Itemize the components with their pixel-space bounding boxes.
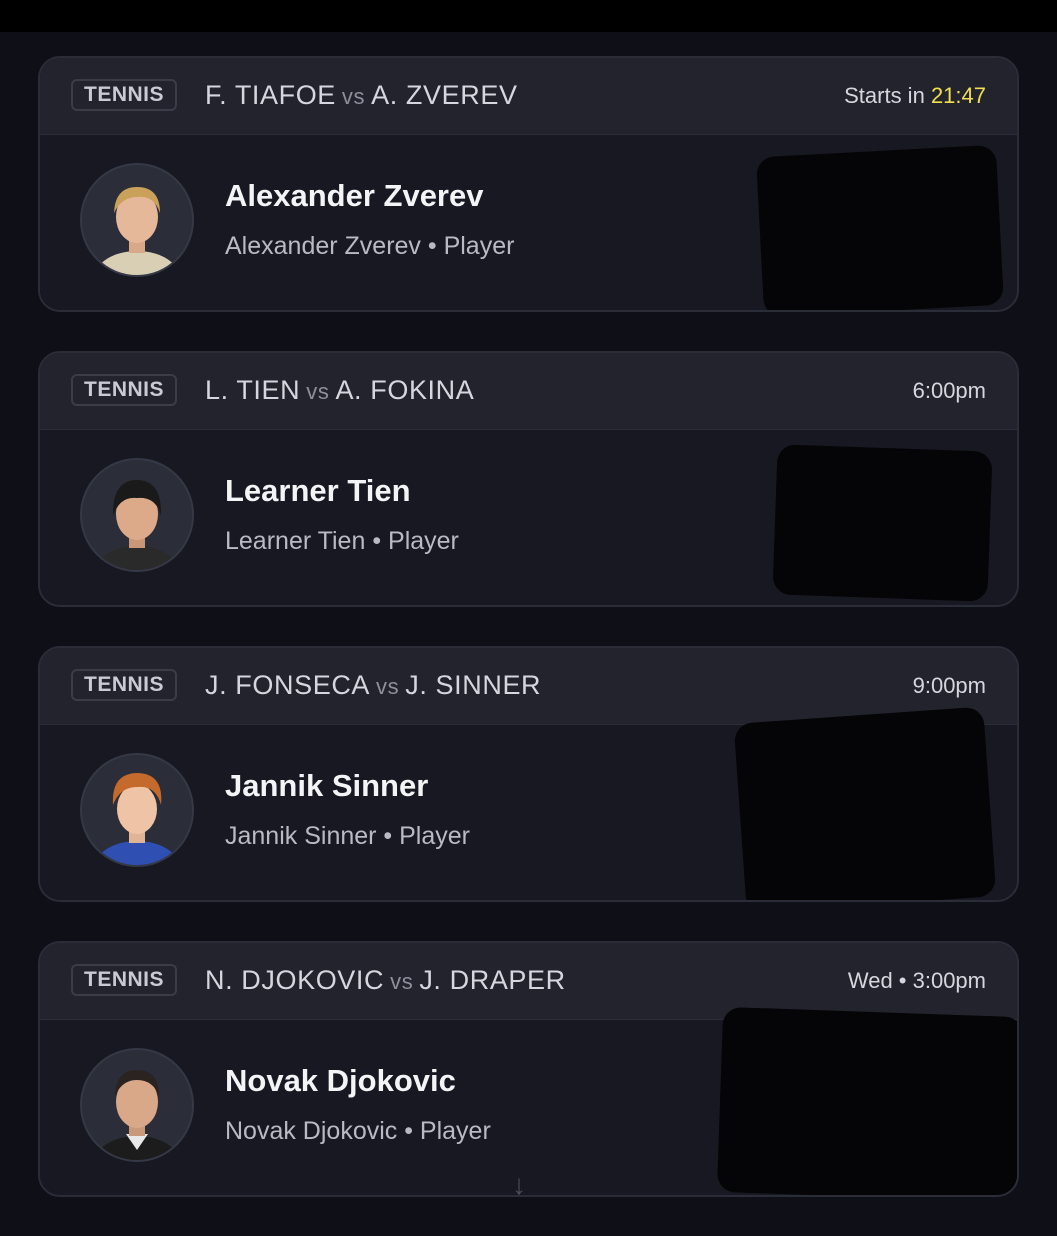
start-time: Starts in 21:47 xyxy=(844,81,986,111)
sport-badge: TENNIS xyxy=(71,374,178,406)
matchup-player-2: J. SINNER xyxy=(405,670,542,700)
match-card-header: TENNIS N. DJOKOVIC vs J. DRAPER Wed • 3:00… xyxy=(40,943,1017,1020)
match-card[interactable]: TENNIS J. FONSECA vs J. SINNER 9:00pm Jann… xyxy=(38,646,1019,902)
matchup-player-1: F. TIAFOE xyxy=(205,80,336,110)
match-card[interactable]: TENNIS F. TIAFOE vs A. ZVEREV Starts in 21… xyxy=(38,56,1019,312)
match-card[interactable]: TENNIS N. DJOKOVIC vs J. DRAPER Wed • 3:00… xyxy=(38,941,1019,1197)
sport-badge: TENNIS xyxy=(71,669,178,701)
player-avatar[interactable] xyxy=(80,1048,194,1162)
player-subtitle: Learner Tien • Player xyxy=(225,527,459,555)
match-card-body: Learner Tien Learner Tien • Player xyxy=(40,430,1017,605)
start-time: 9:00pm xyxy=(913,671,986,701)
player-avatar[interactable] xyxy=(80,753,194,867)
matchup-player-1: J. FONSECA xyxy=(205,670,371,700)
match-feed: TENNIS F. TIAFOE vs A. ZVEREV Starts in 21… xyxy=(38,56,1019,1236)
player-photo xyxy=(95,1070,179,1160)
match-card-header: TENNIS L. TIEN vs A. FOKINA 6:00pm xyxy=(40,353,1017,430)
matchup-vs: vs xyxy=(376,674,400,699)
start-time: 6:00pm xyxy=(913,376,986,406)
arrow-down-icon[interactable]: ↓ xyxy=(512,1170,526,1200)
matchup-vs: vs xyxy=(341,84,366,109)
player-photo xyxy=(95,773,179,865)
redaction-mark xyxy=(733,706,997,900)
sport-badge: TENNIS xyxy=(71,79,178,111)
matchup-title: N. DJOKOVIC vs J. DRAPER xyxy=(205,963,566,999)
player-subtitle: Jannik Sinner • Player xyxy=(225,822,470,850)
redaction-mark xyxy=(716,1006,1017,1195)
matchup-title: J. FONSECA vs J. SINNER xyxy=(205,668,541,704)
redaction-mark xyxy=(755,144,1005,310)
start-time-value: Wed • 3:00pm xyxy=(847,968,986,993)
player-subtitle: Alexander Zverev • Player xyxy=(225,232,515,260)
matchup-player-1: N. DJOKOVIC xyxy=(205,965,385,995)
matchup-vs: vs xyxy=(306,379,330,404)
start-time-value: 9:00pm xyxy=(912,673,986,698)
start-time-value: 6:00pm xyxy=(912,378,986,403)
matchup-player-2: A. ZVEREV xyxy=(371,80,518,110)
player-photo xyxy=(95,187,179,275)
player-avatar[interactable] xyxy=(80,458,194,572)
matchup-player-2: J. DRAPER xyxy=(419,965,566,995)
start-time-prefix: Starts in xyxy=(844,83,925,108)
player-name[interactable]: Novak Djokovic xyxy=(225,1062,456,1100)
redaction-mark xyxy=(772,444,993,602)
status-bar xyxy=(0,0,1057,32)
player-subtitle: Novak Djokovic • Player xyxy=(225,1117,491,1145)
match-card-body: Alexander Zverev Alexander Zverev • Play… xyxy=(40,135,1017,310)
player-name[interactable]: Learner Tien xyxy=(225,472,411,510)
match-card-header: TENNIS F. TIAFOE vs A. ZVEREV Starts in 21… xyxy=(40,58,1017,135)
match-card-body: Jannik Sinner Jannik Sinner • Player xyxy=(40,706,1017,900)
matchup-title: F. TIAFOE vs A. ZVEREV xyxy=(205,78,518,114)
matchup-player-2: A. FOKINA xyxy=(335,375,475,405)
player-avatar[interactable] xyxy=(80,163,194,277)
match-card[interactable]: TENNIS L. TIEN vs A. FOKINA 6:00pm Learner… xyxy=(38,351,1019,607)
player-name[interactable]: Jannik Sinner xyxy=(225,767,428,805)
player-name[interactable]: Alexander Zverev xyxy=(225,177,483,215)
matchup-vs: vs xyxy=(390,969,414,994)
player-photo xyxy=(95,480,179,570)
matchup-title: L. TIEN vs A. FOKINA xyxy=(205,373,474,409)
start-time: Wed • 3:00pm xyxy=(848,966,986,996)
match-card-body: Novak Djokovic Novak Djokovic • Player xyxy=(40,1006,1017,1195)
matchup-player-1: L. TIEN xyxy=(205,375,301,405)
countdown: 21:47 xyxy=(930,83,986,108)
sport-badge: TENNIS xyxy=(71,964,178,996)
